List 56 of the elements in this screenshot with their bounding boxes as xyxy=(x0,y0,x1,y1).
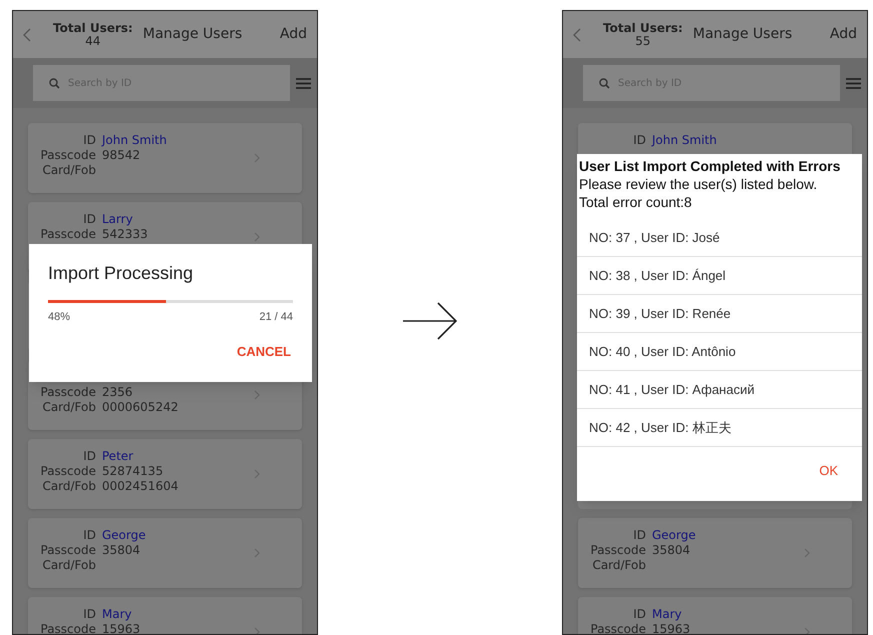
field-label: ID xyxy=(82,133,96,148)
field-label: Passcode xyxy=(590,622,646,634)
screen-title: Manage Users xyxy=(142,25,242,44)
total-users-count: 55 xyxy=(635,34,651,48)
field-value: Larry xyxy=(102,212,133,227)
field-value: John Smith xyxy=(652,133,717,148)
field-value: Mary xyxy=(652,607,682,622)
field-label: ID xyxy=(82,528,96,543)
error-count: Total error count:8 xyxy=(579,193,693,211)
field-label: ID xyxy=(632,607,646,622)
total-users-label: Total Users: xyxy=(603,22,683,34)
progress-percent: 48% xyxy=(48,310,70,325)
error-row: NO: 38 , User ID: Ángel xyxy=(577,257,862,295)
field-label: Passcode xyxy=(40,148,96,163)
dialog-message: Please review the user(s) listed below. xyxy=(579,175,818,193)
field-value: 35804 xyxy=(652,543,690,558)
total-users-count: 44 xyxy=(85,34,101,48)
progress-count: 21 / 44 xyxy=(259,310,293,325)
field-value: 15963 xyxy=(102,622,140,634)
field-value: 35804 xyxy=(102,543,140,558)
field-value: John Smith xyxy=(102,133,167,148)
field-value: Mary xyxy=(102,607,132,622)
field-label: Passcode xyxy=(590,543,646,558)
dialog-title: User List Import Completed with Errors xyxy=(579,157,842,175)
field-value: 15963 xyxy=(652,622,690,634)
field-value: 52874135 xyxy=(102,464,164,479)
field-label: Passcode xyxy=(40,464,96,479)
total-users-label: Total Users: xyxy=(53,22,133,34)
field-label: ID xyxy=(632,528,646,543)
field-value: 0002451604 xyxy=(102,479,178,494)
field-value: George xyxy=(652,528,696,543)
field-label: Card/Fob xyxy=(41,479,96,494)
error-row: NO: 42 , User ID: 林正夫 xyxy=(577,409,862,447)
field-label: ID xyxy=(82,607,96,622)
error-row: NO: 39 , User ID: Renée xyxy=(577,295,862,333)
screen-title: Manage Users xyxy=(692,25,792,44)
error-row: NO: 41 , User ID: Афанасий xyxy=(577,371,862,409)
field-label: Passcode xyxy=(40,622,96,634)
field-label: Card/Fob xyxy=(41,400,96,415)
error-row: NO: 40 , User ID: Antônio xyxy=(577,333,862,371)
field-label: Passcode xyxy=(40,385,96,400)
field-label: ID xyxy=(82,449,96,464)
field-value: 2356 xyxy=(102,385,133,400)
field-label: ID xyxy=(82,212,96,227)
error-row: NO: 37 , User ID: José xyxy=(577,219,862,257)
field-value: 98542 xyxy=(102,148,140,163)
field-value: George xyxy=(102,528,146,543)
field-label: ID xyxy=(632,133,646,148)
field-value: 0000605242 xyxy=(102,400,178,415)
field-label: Card/Fob xyxy=(41,163,96,178)
field-label: Passcode xyxy=(40,227,96,242)
field-label: Card/Fob xyxy=(591,558,646,573)
field-value: Peter xyxy=(102,449,134,464)
field-value: 542333 xyxy=(102,227,148,242)
field-label: Card/Fob xyxy=(41,558,96,573)
field-label: Passcode xyxy=(40,543,96,558)
